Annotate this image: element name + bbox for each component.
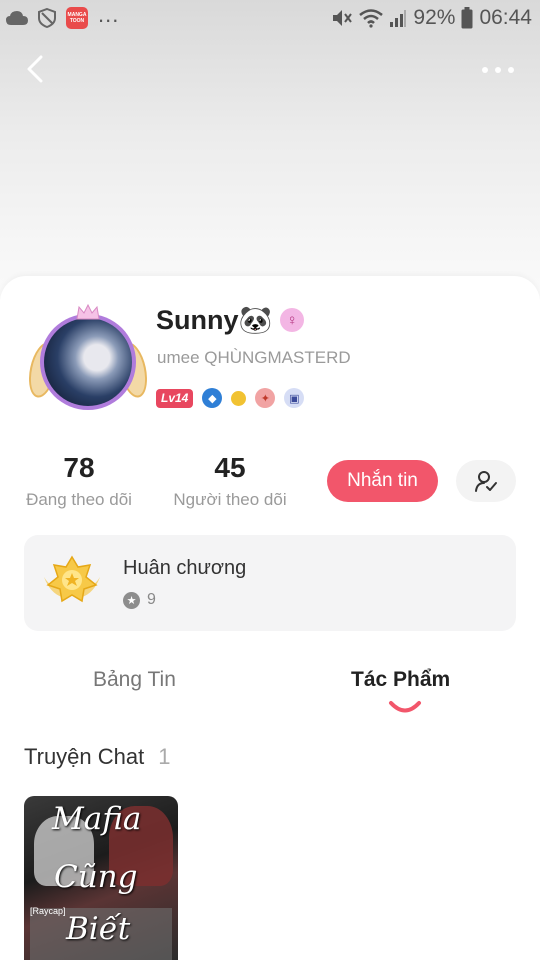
battery-percent: 92% [413,6,456,29]
username-row: Sunny🐼 ♀ [156,304,305,336]
sun-badge-icon[interactable] [231,390,247,406]
works-section-header: Truyện Chat 1 [24,744,171,770]
follow-status-button[interactable] [456,460,516,502]
back-button[interactable] [18,52,52,86]
more-options-button[interactable] [478,56,518,84]
user-check-icon [475,471,497,492]
wings-badge-icon[interactable]: ✦ [255,388,276,408]
cover-title-line: Cũng [54,859,138,895]
medals-card[interactable]: Huân chương ★ 9 [24,535,516,631]
following-label: Đang theo dõi [26,490,132,509]
battery-icon [461,7,473,29]
female-gender-icon: ♀ [280,308,305,332]
status-bar: MANGA TOON ... 92% 06:44 [0,0,540,36]
username: Sunny🐼 [156,305,273,335]
level-badge[interactable]: Lv14 [156,388,194,408]
avatar-frame [40,314,136,410]
cover-title-line: Biết [66,911,131,947]
shield-icon [38,8,56,28]
medals-title: Huân chương [123,557,247,579]
medals-count: 9 [147,591,156,608]
cloud-icon [6,10,28,26]
diamond-badge-icon[interactable]: ◆ [202,388,223,408]
header-background [0,0,540,300]
badge-row: Lv14 ◆ ✦ ▣ [156,388,305,408]
wifi-icon [359,8,384,28]
tab-feed[interactable]: Bảng Tin [93,668,176,692]
star-icon: ★ [123,591,140,609]
story-card[interactable]: [Raycap] Mafia Cũng Biết [24,796,178,960]
works-section-title: Truyện Chat [24,744,145,769]
shield-badge-icon[interactable]: ▣ [284,388,305,408]
chevron-left-icon [27,55,43,83]
medals-count-row: ★ 9 [123,591,156,609]
more-notifications-indicator: ... [98,2,120,27]
mute-icon [331,8,353,28]
more-dots-icon [482,67,514,73]
clock: 06:44 [479,6,532,29]
cover-tag: [Raycap] [30,906,66,916]
following-count: 78 [63,452,95,483]
followers-stat[interactable]: 45 Người theo dõi [168,452,292,510]
active-tab-indicator [389,701,421,713]
following-stat[interactable]: 78 Đang theo dõi [20,452,138,510]
avatar-image [44,318,132,406]
user-handle: umee QHÙNGMASTERD [157,348,351,367]
tab-works[interactable]: Tác Phẩm [351,668,450,692]
followers-count: 45 [214,452,246,483]
avatar[interactable] [24,302,152,422]
signal-icon [389,8,407,28]
crown-icon [76,304,100,320]
followers-label: Người theo dõi [173,490,287,509]
app-notification-icon: MANGA TOON [66,7,88,29]
message-button[interactable]: Nhắn tin [327,460,438,502]
medal-icon [44,555,100,603]
cover-title-line: Mafia [52,801,142,837]
works-section-count: 1 [158,744,171,769]
